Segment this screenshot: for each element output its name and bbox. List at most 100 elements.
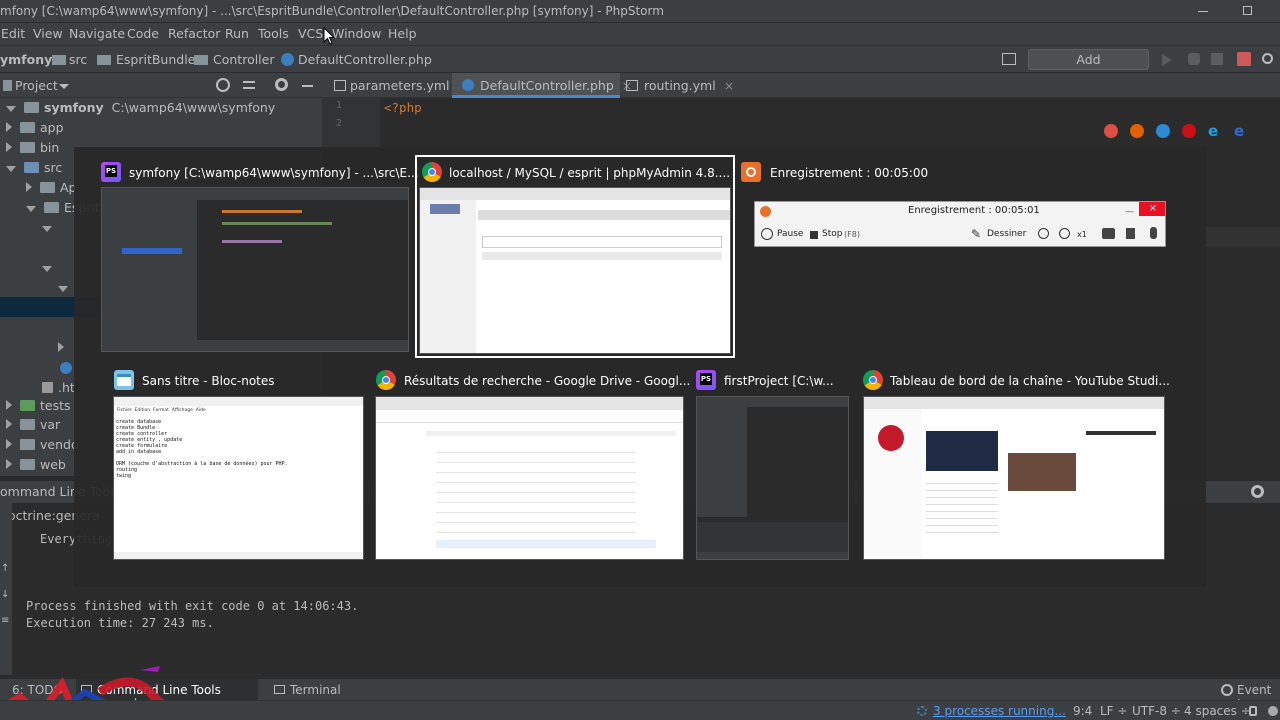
breadcrumb-file[interactable]: DefaultController.php — [298, 52, 432, 67]
chrome-icon[interactable] — [1104, 124, 1118, 138]
collapse-icon[interactable] — [243, 81, 255, 89]
file-encoding[interactable]: UTF-8 ÷ — [1132, 704, 1181, 718]
gear-icon[interactable] — [275, 78, 288, 91]
draw-button[interactable]: Dessiner — [987, 229, 1026, 239]
breadcrumb-src[interactable]: src — [69, 52, 87, 67]
tree-label: app — [40, 120, 64, 135]
zoom-out-icon[interactable] — [1059, 228, 1070, 239]
folder-icon — [44, 202, 59, 213]
microphone-icon[interactable] — [1150, 227, 1157, 239]
tree-root[interactable]: symfony C:\wamp64\www\symfony — [6, 98, 275, 118]
tree-item-app[interactable]: app — [6, 118, 64, 138]
tree-item-sub-1[interactable] — [42, 218, 60, 238]
php-network-icon[interactable] — [1237, 52, 1251, 66]
tree-item-src[interactable]: src — [6, 158, 62, 178]
close-icon[interactable]: × — [724, 78, 734, 93]
folder-icon — [24, 102, 39, 113]
minimize-icon[interactable]: — — [1125, 207, 1134, 217]
inspector-icon[interactable] — [1268, 706, 1278, 716]
folder-icon — [20, 459, 35, 470]
tree-item-web[interactable]: web — [6, 455, 66, 475]
menu-view[interactable]: View — [33, 26, 63, 41]
tab-parameters[interactable]: parameters.yml× — [328, 73, 468, 98]
edge-icon[interactable]: e — [1234, 122, 1244, 140]
tree-item-bin[interactable]: bin — [6, 138, 59, 158]
add-configuration-button[interactable]: Add Configuration... — [1028, 49, 1149, 86]
restore-icon[interactable] — [1243, 6, 1252, 15]
tree-item-htaccess[interactable]: .ht — [42, 378, 75, 398]
pause-button[interactable]: Pause — [777, 229, 803, 239]
tree-label: web — [40, 457, 66, 472]
menu-code[interactable]: Code — [127, 26, 159, 41]
stop-button[interactable]: Stop — [822, 229, 842, 239]
status-bar: 3 processes running... 9:4 LF ÷ UTF-8 ÷ … — [0, 700, 1280, 720]
menu-run[interactable]: Run — [225, 26, 249, 41]
project-view-icon — [3, 80, 12, 91]
close-icon[interactable]: × — [1139, 202, 1165, 216]
breadcrumb-project[interactable]: ymfony — [0, 52, 52, 67]
thumbnail-drive[interactable] — [375, 396, 684, 560]
ie-icon[interactable]: e — [1208, 122, 1218, 140]
breadcrumb-controller[interactable]: Controller — [213, 52, 275, 67]
thumbnail-recorder[interactable]: Enregistrement : 00:05:01 — × Pause Stop… — [754, 201, 1166, 247]
menu-tools[interactable]: Tools — [258, 26, 289, 41]
zoom-level: x1 — [1077, 230, 1087, 239]
webcam-icon[interactable] — [1102, 228, 1115, 239]
run-icon[interactable] — [1162, 54, 1172, 66]
project-panel-title[interactable]: Project — [15, 78, 58, 93]
tab-routing[interactable]: routing.yml × — [620, 73, 734, 98]
tree-item-tests[interactable]: tests — [6, 396, 71, 416]
coverage-icon[interactable] — [1211, 53, 1223, 65]
gear-icon[interactable] — [1251, 485, 1264, 498]
hide-icon[interactable] — [302, 85, 313, 87]
tree-item-var[interactable]: var — [6, 415, 60, 435]
locate-icon[interactable] — [216, 78, 230, 92]
menu-help[interactable]: Help — [388, 26, 417, 41]
tree-item-ap[interactable]: Ap — [26, 178, 77, 198]
window-title: mfony [C:\wamp64\www\symfony] - ...\src\… — [0, 4, 664, 18]
up-arrow-icon[interactable]: ↑ — [1, 563, 9, 574]
tree-item-sub-4[interactable] — [58, 338, 72, 358]
background-processes-link[interactable]: 3 processes running... — [933, 704, 1066, 718]
opera-icon[interactable] — [1182, 124, 1196, 138]
tree-item-vendor[interactable]: vendo — [6, 435, 79, 455]
notepad-content: create database create Bundle create con… — [116, 419, 288, 479]
thumbnail-phpstorm[interactable] — [101, 187, 409, 352]
tree-item-sub-2[interactable] — [42, 258, 60, 278]
caret-position[interactable]: 9:4 — [1073, 704, 1092, 718]
php-class-icon — [462, 79, 474, 91]
zoom-in-icon[interactable] — [1038, 228, 1049, 239]
terminal-tab[interactable]: Terminal — [290, 683, 341, 697]
line-separator[interactable]: LF ÷ — [1100, 704, 1127, 718]
menu-edit[interactable]: Edit — [1, 26, 25, 41]
thumbnail-notepad[interactable]: Fichier Edition Format Affichage Aide cr… — [113, 396, 364, 560]
menu-vcs[interactable]: VCS — [298, 26, 323, 41]
menu-window[interactable]: Window — [332, 26, 381, 41]
tab-default-controller[interactable]: DefaultController.php × — [452, 73, 632, 98]
lock-icon[interactable] — [1249, 706, 1257, 716]
search-everywhere-icon[interactable] — [1262, 53, 1273, 64]
minimize-icon[interactable] — [1198, 11, 1208, 12]
indent-setting[interactable]: 4 spaces ÷ — [1184, 704, 1251, 718]
folder-icon — [20, 419, 35, 430]
console-toolbar: ↑ ↓ ≡ — [0, 503, 12, 675]
console-time-line: Execution time: 27 243 ms. — [26, 616, 214, 630]
thumbnail-firstproject[interactable] — [696, 396, 849, 560]
layout-icon[interactable] — [1002, 53, 1016, 65]
firefox-icon[interactable] — [1130, 124, 1144, 138]
dropdown-icon[interactable] — [59, 84, 69, 89]
wrap-icon[interactable]: ≡ — [1, 615, 9, 626]
php-class-icon — [60, 362, 72, 374]
menu-navigate[interactable]: Navigate — [69, 26, 125, 41]
folder-icon — [40, 182, 55, 193]
breadcrumb-bundle[interactable]: EspritBundle — [116, 52, 195, 67]
safari-icon[interactable] — [1156, 124, 1170, 138]
speaker-icon[interactable] — [1126, 228, 1135, 239]
thumbnail-phpmyadmin[interactable] — [419, 187, 731, 354]
tree-label: bin — [40, 140, 60, 155]
debug-icon[interactable] — [1188, 53, 1200, 65]
down-arrow-icon[interactable]: ↓ — [1, 589, 9, 600]
code-line-1: <?php — [384, 100, 422, 115]
menu-refactor[interactable]: Refactor — [168, 26, 220, 41]
thumbnail-youtube[interactable] — [863, 396, 1165, 560]
